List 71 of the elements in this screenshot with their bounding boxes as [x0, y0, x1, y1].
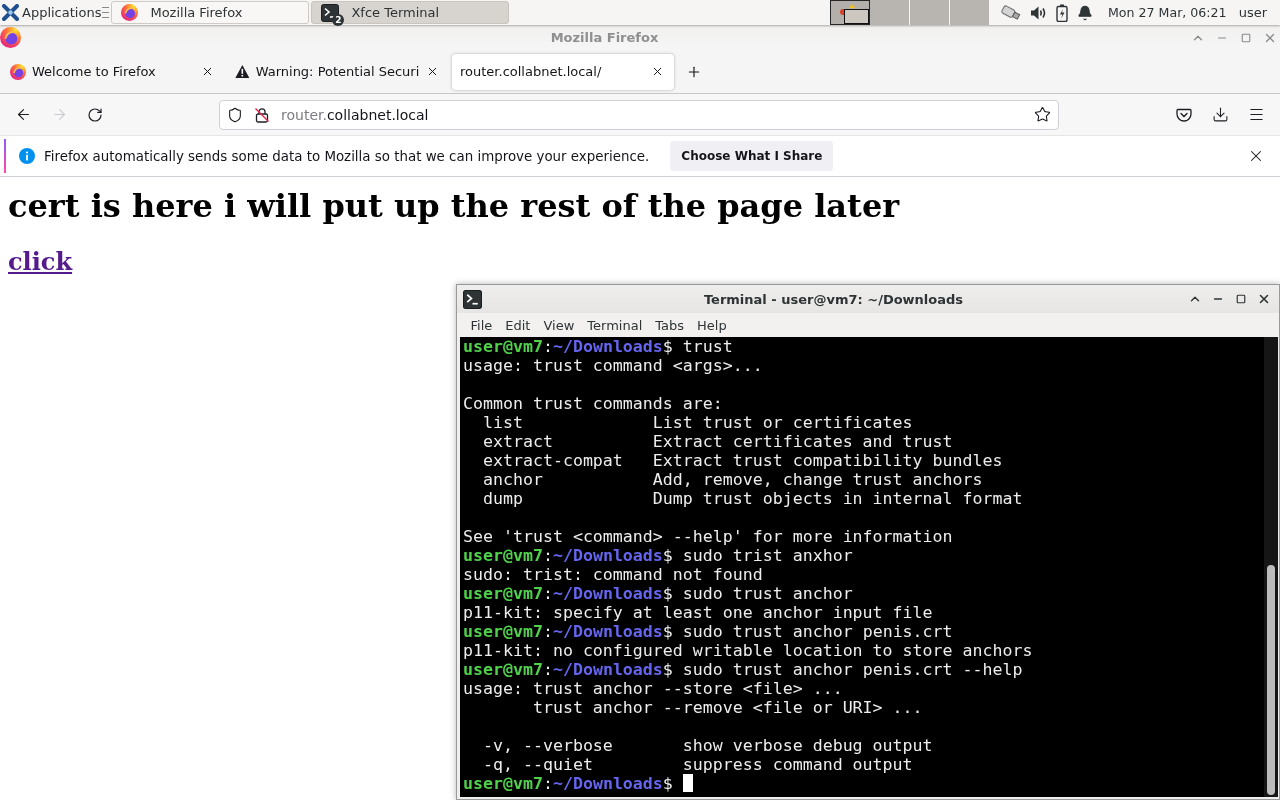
- star-icon[interactable]: [1034, 106, 1051, 123]
- terminal-line: usage: trust anchor --store <file> ...: [463, 679, 843, 698]
- round-logo-icon: [121, 4, 139, 21]
- browser-tab[interactable]: Welcome to Firefox: [2, 53, 224, 90]
- download-icon: [1211, 106, 1229, 123]
- grip-icon: [102, 7, 110, 18]
- warning-icon: [235, 64, 250, 79]
- reload-icon: [87, 106, 103, 123]
- browser-tab[interactable]: Warning: Potential Securi: [227, 53, 449, 90]
- maximize-icon: [1236, 294, 1246, 304]
- maximize-icon: [1241, 32, 1251, 43]
- address-field[interactable]: router.collabnet.local: [219, 99, 1059, 130]
- page-heading: cert is here i will put up the rest of the page later: [8, 187, 901, 225]
- terminal-line: user@vm7:~/Downloads$ sudo trust anchor: [463, 584, 853, 603]
- terminal-line: usage: trust command <args>...: [463, 356, 763, 375]
- info-icon: [19, 148, 35, 164]
- tab-title: Welcome to Firefox: [32, 64, 157, 79]
- terminal-line: p11-kit: no configured writable location to store anchors: [463, 641, 1033, 660]
- menu-item[interactable]: Terminal: [580, 314, 649, 336]
- terminal-line: p11-kit: specify at least one anchor input file: [463, 603, 933, 622]
- clock-label[interactable]: Mon 27 Mar, 06:21: [1108, 5, 1227, 20]
- terminal-icon: [463, 289, 482, 309]
- choose-share-button[interactable]: Choose What I Share: [670, 141, 834, 171]
- applications-menu-button[interactable]: Applications: [0, 0, 103, 25]
- window-title: Mozilla Firefox: [549, 30, 660, 45]
- menu-item[interactable]: File: [464, 314, 499, 336]
- menu-item[interactable]: Edit: [498, 314, 537, 336]
- tab-title: router.collabnet.local/: [460, 64, 603, 79]
- notification-text: Firefox automatically sends some data to Mozilla so that we can improve your experience.: [44, 148, 650, 164]
- bell-icon[interactable]: [1077, 4, 1093, 21]
- terminal-line: Common trust commands are:: [463, 394, 723, 413]
- terminal-line: -v, --verbose show verbose debug output: [481, 736, 933, 755]
- cross-icon: [2, 4, 19, 21]
- menu-item[interactable]: View: [536, 314, 581, 336]
- menu-icon: [1247, 106, 1265, 123]
- terminal-line: See 'trust <command> --help' for more information: [463, 527, 953, 546]
- round-logo-icon: [0, 27, 21, 48]
- taskbar-button[interactable]: 2 Xfce Terminal: [311, 1, 510, 24]
- workspace-button[interactable]: [830, 0, 870, 25]
- shield-icon[interactable]: [227, 106, 243, 123]
- terminal-line: dump Dump trust objects in internal format: [481, 489, 1023, 508]
- terminal-line: sudo: trist: command not found: [463, 565, 763, 584]
- taskbar-button[interactable]: Mozilla Firefox: [111, 1, 310, 24]
- terminal-line: user@vm7:~/Downloads$ trust: [463, 337, 733, 356]
- terminal-line: extract Extract certificates and trust: [481, 432, 953, 451]
- terminal-line: user@vm7:~/Downloads$: [463, 774, 673, 793]
- menu-item[interactable]: Help: [690, 314, 734, 336]
- round-logo-icon: [10, 63, 26, 80]
- page-link[interactable]: click: [8, 247, 73, 276]
- lock-strike-icon[interactable]: [254, 106, 270, 123]
- scrollbar-thumb[interactable]: [1267, 565, 1275, 795]
- window-title: Terminal - user@vm7: ~/Downloads: [702, 291, 965, 307]
- terminal-line: -q, --quiet suppress command output: [481, 755, 913, 774]
- terminal-line: list List trust or certificates: [481, 413, 913, 432]
- pocket-icon: [1176, 106, 1192, 123]
- terminal-line: user@vm7:~/Downloads$ sudo trust anchor penis.crt: [463, 622, 953, 641]
- tab-title: Warning: Potential Securi: [255, 64, 420, 79]
- browser-tab[interactable]: router.collabnet.local/: [452, 53, 674, 90]
- menu-item[interactable]: Tabs: [648, 314, 691, 336]
- close-icon: [1257, 292, 1271, 306]
- terminal-line: extract-compat Extract trust compatibility bundles: [481, 451, 1003, 470]
- user-label[interactable]: user: [1238, 5, 1267, 20]
- scrollbar[interactable]: [1264, 337, 1278, 797]
- terminal-line: user@vm7:~/Downloads$ sudo trust anchor penis.crt --help: [463, 660, 1023, 679]
- terminal-icon: [321, 3, 340, 22]
- usb-stick-icon[interactable]: [1001, 3, 1021, 22]
- terminal-line: user@vm7:~/Downloads$ sudo trist anxhor: [463, 546, 853, 565]
- terminal-line: trust anchor --remove <file or URI> ...: [531, 698, 923, 717]
- volume-icon[interactable]: [1030, 4, 1047, 21]
- terminal-line: anchor Add, remove, change trust anchors: [481, 470, 983, 489]
- battery-icon[interactable]: [1056, 3, 1068, 22]
